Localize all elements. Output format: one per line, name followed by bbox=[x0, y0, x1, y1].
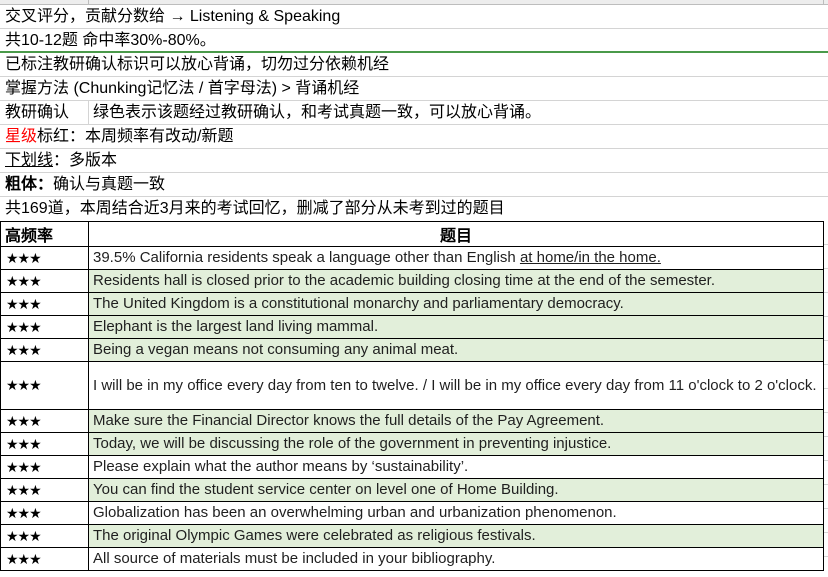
frequency-stars[interactable]: ★★★ bbox=[0, 315, 89, 339]
note-total-count[interactable]: 共169道，本周结合近3月来的考试回忆，删减了部分从未考到过的题目 bbox=[0, 197, 828, 221]
table-row: ★★★ Elephant is the largest land living m… bbox=[0, 315, 824, 339]
frequency-stars[interactable]: ★★★ bbox=[0, 432, 89, 456]
table-row: ★★★ I will be in my office every day from… bbox=[0, 361, 824, 410]
note-text: 共10-12题 命中率30%-80%。 bbox=[5, 32, 216, 49]
question-cell[interactable]: Please explain what the author means by … bbox=[88, 455, 824, 479]
note-cross-scoring[interactable]: 交叉评分，贡献分数给 → Listening & Speaking bbox=[0, 5, 828, 29]
table-row: ★★★ Today, we will be discussing the role… bbox=[0, 432, 824, 456]
question-cell[interactable]: 39.5% California residents speak a langu… bbox=[88, 246, 824, 270]
question-text: The United Kingdom is a constitutional m… bbox=[93, 295, 624, 312]
red-mark-label: 星级 bbox=[5, 128, 38, 145]
underline-label: 下划线 bbox=[5, 152, 54, 169]
question-cell[interactable]: Today, we will be discussing the role of… bbox=[88, 432, 824, 456]
frequency-stars[interactable]: ★★★ bbox=[0, 269, 89, 293]
question-text: Please explain what the author means by … bbox=[93, 458, 469, 475]
column-divider bbox=[88, 101, 89, 125]
table-row: ★★★ Globalization has been an overwhelmin… bbox=[0, 501, 824, 525]
table-row: ★★★ Being a vegan means not consuming any… bbox=[0, 338, 824, 362]
note-text: 标红：本周频率有改动/新题 bbox=[37, 128, 234, 145]
column-divider bbox=[823, 0, 824, 4]
question-text: Globalization has been an overwhelming u… bbox=[93, 504, 617, 521]
note-text: 交叉评分，贡献分数给 → Listening & Speaking bbox=[5, 8, 341, 25]
question-text: Residents hall is closed prior to the ac… bbox=[93, 272, 716, 289]
table-row: ★★★ The United Kingdom is a constitutiona… bbox=[0, 292, 824, 316]
question-cell[interactable]: You can find the student service center … bbox=[88, 478, 824, 502]
note-method[interactable]: 掌握方法 (Chunking记忆法 / 首字母法) > 背诵机经 bbox=[0, 77, 828, 101]
frequency-stars[interactable]: ★★★ bbox=[0, 409, 89, 433]
note-legend-confirmed[interactable]: 教研确认 绿色表示该题经过教研确认，和考试真题一致，可以放心背诵。 bbox=[0, 101, 828, 125]
frequency-stars[interactable]: ★★★ bbox=[0, 361, 89, 410]
question-cell[interactable]: Globalization has been an overwhelming u… bbox=[88, 501, 824, 525]
note-text: 共169道，本周结合近3月来的考试回忆，删减了部分从未考到过的题目 bbox=[5, 200, 505, 217]
table-header-row: 高频率 题目 bbox=[0, 221, 824, 247]
question-cell[interactable]: The original Olympic Games were celebrat… bbox=[88, 524, 824, 548]
table-row: ★★★ The original Olympic Games were celeb… bbox=[0, 524, 824, 548]
table-row: ★★★ 39.5% California residents speak a la… bbox=[0, 246, 824, 270]
note-legend-red-stars[interactable]: 星级标红：本周频率有改动/新题 bbox=[0, 125, 828, 149]
question-text: 39.5% California residents speak a langu… bbox=[93, 249, 520, 266]
question-cell[interactable]: The United Kingdom is a constitutional m… bbox=[88, 292, 824, 316]
question-table: 高频率 题目 ★★★ 39.5% California residents spe… bbox=[0, 221, 824, 571]
note-confirmation-warning[interactable]: 已标注教研确认标识可以放心背诵，切勿过分依赖机经 bbox=[0, 53, 828, 77]
frequency-stars[interactable]: ★★★ bbox=[0, 292, 89, 316]
question-cell[interactable]: Elephant is the largest land living mamm… bbox=[88, 315, 824, 339]
note-question-count[interactable]: 共10-12题 命中率30%-80%。 bbox=[0, 29, 828, 53]
frequency-stars[interactable]: ★★★ bbox=[0, 501, 89, 525]
question-text: I will be in my office every day from te… bbox=[93, 376, 817, 394]
note-text: 掌握方法 (Chunking记忆法 / 首字母法) > 背诵机经 bbox=[5, 80, 360, 97]
header-frequency[interactable]: 高频率 bbox=[0, 221, 89, 247]
question-text: All source of materials must be included… bbox=[93, 550, 496, 567]
question-text: The original Olympic Games were celebrat… bbox=[93, 527, 536, 544]
note-text: 确认与真题一致 bbox=[53, 176, 166, 193]
frequency-stars[interactable]: ★★★ bbox=[0, 455, 89, 479]
note-legend-underline[interactable]: 下划线：多版本 bbox=[0, 149, 828, 173]
question-text: Being a vegan means not consuming any an… bbox=[93, 341, 459, 358]
frequency-stars[interactable]: ★★★ bbox=[0, 524, 89, 548]
column-divider bbox=[88, 0, 89, 4]
table-row: ★★★ Make sure the Financial Director know… bbox=[0, 409, 824, 433]
question-text: Today, we will be discussing the role of… bbox=[93, 435, 612, 452]
table-row: ★★★ Please explain what the author means … bbox=[0, 455, 824, 479]
table-row: ★★★ Residents hall is closed prior to the… bbox=[0, 269, 824, 293]
question-cell[interactable]: Being a vegan means not consuming any an… bbox=[88, 338, 824, 362]
question-cell[interactable]: Make sure the Financial Director knows t… bbox=[88, 409, 824, 433]
bold-label: 粗体： bbox=[5, 176, 54, 193]
question-text: Make sure the Financial Director knows t… bbox=[93, 412, 605, 429]
legend-description: 绿色表示该题经过教研确认，和考试真题一致，可以放心背诵。 bbox=[93, 104, 542, 121]
frequency-stars[interactable]: ★★★ bbox=[0, 547, 89, 571]
frequency-stars[interactable]: ★★★ bbox=[0, 246, 89, 270]
question-text: Elephant is the largest land living mamm… bbox=[93, 318, 379, 335]
question-cell[interactable]: All source of materials must be included… bbox=[88, 547, 824, 571]
question-cell[interactable]: I will be in my office every day from te… bbox=[88, 361, 824, 410]
note-text: 已标注教研确认标识可以放心背诵，切勿过分依赖机经 bbox=[5, 56, 390, 73]
table-row: ★★★ You can find the student service cent… bbox=[0, 478, 824, 502]
question-variant-text: at home/in the home. bbox=[519, 249, 661, 266]
note-text: ：多版本 bbox=[53, 152, 118, 169]
table-row: ★★★ All source of materials must be inclu… bbox=[0, 547, 824, 571]
question-cell[interactable]: Residents hall is closed prior to the ac… bbox=[88, 269, 824, 293]
gridlines-right bbox=[824, 221, 828, 577]
question-text: You can find the student service center … bbox=[93, 481, 559, 498]
frequency-stars[interactable]: ★★★ bbox=[0, 478, 89, 502]
legend-label: 教研确认 bbox=[5, 104, 70, 121]
header-question[interactable]: 题目 bbox=[88, 221, 824, 247]
note-legend-bold[interactable]: 粗体：确认与真题一致 bbox=[0, 173, 828, 197]
frequency-stars[interactable]: ★★★ bbox=[0, 338, 89, 362]
